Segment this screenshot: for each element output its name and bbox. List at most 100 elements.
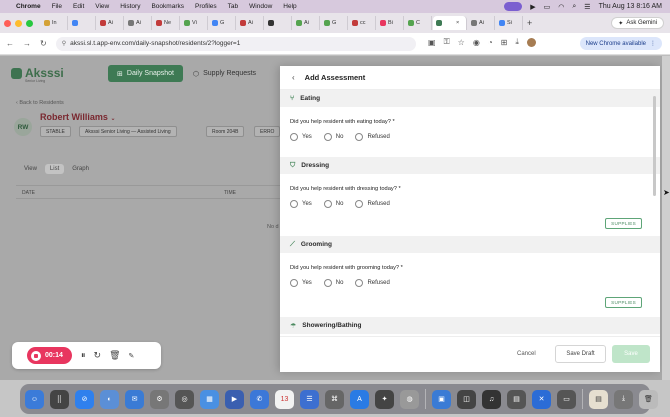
puzzle-icon[interactable]: ⊞ bbox=[501, 38, 508, 47]
dressing-supplies-button[interactable]: SUPPLIES bbox=[605, 218, 642, 229]
browser-tab[interactable]: × bbox=[433, 16, 467, 30]
app-store-icon[interactable]: A bbox=[350, 389, 369, 409]
messages-icon[interactable]: ◐ bbox=[100, 389, 119, 409]
column-time[interactable]: TIME bbox=[224, 190, 236, 196]
app-logo[interactable]: Aksssi Senior Living bbox=[11, 66, 64, 83]
control-center-icon[interactable]: ☰ bbox=[584, 3, 590, 11]
menu-file[interactable]: File bbox=[52, 3, 62, 10]
close-tab-icon[interactable]: × bbox=[456, 20, 459, 26]
assessment-form[interactable]: ⑂ Eating Did you help resident with eati… bbox=[280, 90, 660, 336]
wifi-icon[interactable]: ◠ bbox=[558, 3, 564, 11]
back-to-residents-link[interactable]: ‹ Back to Residents bbox=[16, 100, 64, 106]
grooming-supplies-button[interactable]: SUPPLIES bbox=[605, 297, 642, 308]
notes-icon[interactable]: ☰ bbox=[300, 389, 319, 409]
facetime-icon[interactable]: ▶ bbox=[225, 389, 244, 409]
browser-tab[interactable]: Ai bbox=[468, 16, 495, 30]
new-tab-icon[interactable]: + bbox=[527, 18, 532, 28]
cancel-button[interactable]: Cancel bbox=[517, 351, 536, 357]
back-arrow-icon[interactable]: ← bbox=[6, 39, 14, 48]
calendar-icon[interactable]: 13 bbox=[275, 389, 294, 409]
menu-bookmarks[interactable]: Bookmarks bbox=[151, 3, 184, 10]
zoom-icon[interactable]: ◫ bbox=[457, 389, 476, 409]
preview-icon[interactable]: ▤ bbox=[507, 389, 526, 409]
browser-tab[interactable]: Bi bbox=[377, 16, 404, 30]
battery-icon[interactable]: ▭ bbox=[544, 3, 551, 11]
ask-gemini-button[interactable]: ✦ Ask Gemini bbox=[611, 17, 664, 29]
eating-refused-radio[interactable]: Refused bbox=[355, 133, 390, 141]
mail-icon[interactable]: ✉ bbox=[125, 389, 144, 409]
browser-tab[interactable]: Ai bbox=[237, 16, 264, 30]
eating-yes-radio[interactable]: Yes bbox=[290, 133, 312, 141]
browser-tab[interactable]: G bbox=[209, 16, 236, 30]
browser-tab[interactable]: In bbox=[41, 16, 68, 30]
grooming-yes-radio[interactable]: Yes bbox=[290, 279, 312, 287]
browser-tab[interactable]: Ai bbox=[97, 16, 124, 30]
chrome-icon[interactable]: ◍ bbox=[400, 389, 419, 409]
password-key-icon[interactable]: ⚿ bbox=[444, 37, 450, 47]
terminal-icon[interactable]: ⌘ bbox=[325, 389, 344, 409]
menu-window[interactable]: Window bbox=[249, 3, 272, 10]
grooming-refused-radio[interactable]: Refused bbox=[355, 279, 390, 287]
browser-tab[interactable] bbox=[265, 16, 292, 30]
search-icon[interactable]: ⌕ bbox=[572, 3, 576, 11]
safari-icon[interactable]: ⊘ bbox=[75, 389, 94, 409]
menu-app-name[interactable]: Chrome bbox=[16, 3, 41, 10]
save-draft-button[interactable]: Save Draft bbox=[555, 345, 606, 363]
grooming-no-radio[interactable]: No bbox=[323, 279, 343, 287]
menu-history[interactable]: History bbox=[120, 3, 140, 10]
recording-indicator-icon[interactable] bbox=[504, 2, 523, 11]
site-info-icon[interactable]: ⚲ bbox=[62, 40, 66, 47]
dressing-refused-radio[interactable]: Refused bbox=[355, 200, 390, 208]
profile-avatar-icon[interactable] bbox=[526, 37, 536, 47]
browser-tab[interactable]: Ne bbox=[153, 16, 180, 30]
finder-icon[interactable]: ☺ bbox=[25, 389, 44, 409]
trash-icon[interactable]: 🗑 bbox=[639, 389, 658, 409]
eating-no-radio[interactable]: No bbox=[323, 133, 343, 141]
music-icon[interactable]: ♫ bbox=[482, 389, 501, 409]
menu-tab[interactable]: Tab bbox=[228, 3, 238, 10]
phone-icon[interactable]: ✆ bbox=[250, 389, 269, 409]
browser-tab[interactable] bbox=[69, 16, 96, 30]
close-window-icon[interactable] bbox=[4, 19, 11, 27]
zoom-window-icon[interactable] bbox=[26, 19, 33, 27]
download-icon[interactable]: ⤓ bbox=[515, 37, 519, 47]
view-graph-button[interactable]: Graph bbox=[72, 166, 89, 172]
more-menu-icon[interactable]: ⋮ bbox=[650, 40, 656, 47]
minimize-window-icon[interactable] bbox=[15, 19, 22, 27]
menu-profiles[interactable]: Profiles bbox=[195, 3, 217, 10]
modal-back-icon[interactable]: ‹ bbox=[292, 73, 295, 82]
tv-icon[interactable]: ▭ bbox=[557, 389, 576, 409]
menu-view[interactable]: View bbox=[95, 3, 109, 10]
nav-supply-requests[interactable]: ⬡ Supply Requests bbox=[193, 65, 256, 82]
browser-tab[interactable]: Vi bbox=[181, 16, 208, 30]
column-date[interactable]: DATE bbox=[22, 190, 35, 196]
pause-icon[interactable]: ⏸ bbox=[81, 350, 86, 361]
activity-icon[interactable]: ◎ bbox=[175, 389, 194, 409]
dressing-no-radio[interactable]: No bbox=[323, 200, 343, 208]
save-button[interactable]: Save bbox=[612, 345, 650, 363]
system-icon[interactable]: ✦ bbox=[375, 389, 394, 409]
document-icon[interactable]: ▤ bbox=[589, 389, 608, 409]
downloads-icon[interactable]: ⤓ bbox=[614, 389, 633, 409]
nav-daily-snapshot[interactable]: ⊞ Daily Snapshot bbox=[108, 65, 183, 82]
extension-2-icon[interactable]: ◔ bbox=[488, 38, 493, 47]
dressing-yes-radio[interactable]: Yes bbox=[290, 200, 312, 208]
new-chrome-available-button[interactable]: New Chrome available ⋮ bbox=[579, 37, 662, 50]
modal-scrollbar[interactable] bbox=[653, 96, 656, 196]
url-field[interactable]: ⚲ akssi.sl.t.app-env.com/daily-snapshot/… bbox=[55, 36, 416, 51]
settings-icon[interactable]: ⚙ bbox=[150, 389, 169, 409]
resident-name[interactable]: Robert Williams ⌄ bbox=[40, 112, 115, 122]
clock[interactable]: Thu Aug 13 8:16 AM bbox=[599, 3, 662, 10]
stop-recording-button[interactable]: 00:14 bbox=[27, 347, 72, 364]
screen-share-icon[interactable]: ▣ bbox=[428, 38, 436, 47]
restart-icon[interactable]: ↻ bbox=[94, 350, 102, 361]
browser-tab[interactable]: G bbox=[321, 16, 348, 30]
extension-icon[interactable]: ◉ bbox=[473, 38, 480, 47]
photo-icon[interactable]: ▦ bbox=[200, 389, 219, 409]
play-icon[interactable]: ▶ bbox=[530, 3, 535, 11]
xcode-icon[interactable]: ✕ bbox=[532, 389, 551, 409]
browser-tab[interactable]: C bbox=[405, 16, 432, 30]
bookmark-star-icon[interactable]: ☆ bbox=[458, 38, 465, 47]
trash-icon[interactable]: 🗑 bbox=[109, 350, 120, 361]
menu-help[interactable]: Help bbox=[283, 3, 296, 10]
